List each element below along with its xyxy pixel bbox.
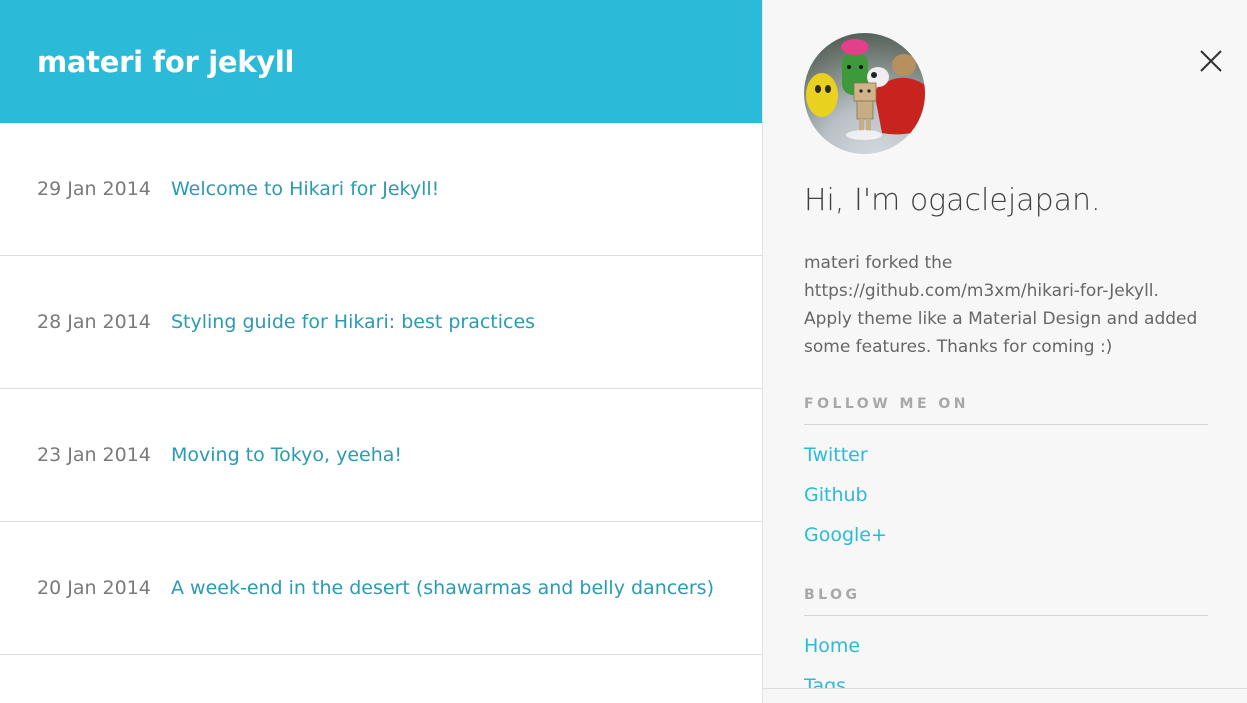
twitter-link[interactable]: Twitter — [804, 444, 868, 466]
post-link[interactable]: Welcome to Hikari for Jekyll! — [171, 178, 439, 200]
profile-drawer: Hi, I'm ogaclejapan. materi forked the h… — [762, 0, 1247, 703]
post-row: 23 Jan 2014 Moving to Tokyo, yeeha! — [0, 389, 762, 522]
post-row: 29 Jan 2014 Welcome to Hikari for Jekyll… — [0, 123, 762, 256]
post-date: 20 Jan 2014 — [37, 577, 151, 599]
bio-text: materi forked the https://github.com/m3x… — [804, 253, 1198, 357]
home-link[interactable]: Home — [804, 635, 860, 657]
drawer-bottom-edge — [763, 688, 1247, 703]
post-link[interactable]: Styling guide for Hikari: best practices — [171, 311, 535, 333]
post-date: 28 Jan 2014 — [37, 311, 151, 333]
post-date: 23 Jan 2014 — [37, 444, 151, 466]
site-title[interactable]: materi for jekyll — [37, 45, 294, 79]
site-header: materi for jekyll — [0, 0, 762, 123]
post-row: 28 Jan 2014 Styling guide for Hikari: be… — [0, 256, 762, 389]
avatar — [804, 33, 925, 154]
page: materi for jekyll 29 Jan 2014 Welcome to… — [0, 0, 1247, 703]
post-link[interactable]: A week-end in the desert (shawarmas and … — [171, 577, 714, 599]
post-date: 29 Jan 2014 — [37, 178, 151, 200]
follow-section-title: FOLLOW ME ON — [804, 396, 1208, 425]
google-plus-link[interactable]: Google+ — [804, 524, 887, 546]
greeting-heading: Hi, I'm ogaclejapan. — [804, 183, 1101, 218]
blog-section-title: BLOG — [804, 587, 1208, 616]
avatar-image — [806, 39, 925, 140]
close-icon[interactable] — [1196, 46, 1226, 76]
main-column: materi for jekyll 29 Jan 2014 Welcome to… — [0, 0, 762, 703]
github-link[interactable]: Github — [804, 484, 868, 506]
post-list: 29 Jan 2014 Welcome to Hikari for Jekyll… — [0, 123, 762, 655]
post-link[interactable]: Moving to Tokyo, yeeha! — [171, 444, 402, 466]
post-row: 20 Jan 2014 A week-end in the desert (sh… — [0, 522, 762, 655]
